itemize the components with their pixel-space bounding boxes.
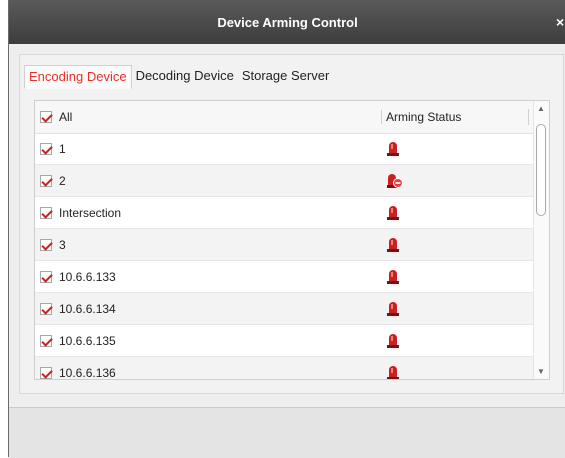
- scroll-down-arrow-icon[interactable]: ▼: [537, 367, 545, 376]
- table-row[interactable]: 10.6.6.135: [35, 325, 535, 357]
- column-divider: [528, 109, 529, 125]
- vertical-scrollbar[interactable]: ▲ ▼: [533, 101, 549, 379]
- row-checkbox[interactable]: [40, 335, 52, 347]
- alarm-icon[interactable]: [385, 300, 401, 316]
- device-name: 1: [59, 142, 66, 156]
- table-row[interactable]: 10.6.6.133: [35, 261, 535, 293]
- alarm-icon[interactable]: [385, 364, 401, 380]
- device-list: All Arming Status 1 2 Intersection 3 10.…: [34, 100, 550, 380]
- window-title: Device Arming Control: [217, 14, 358, 30]
- device-name: 10.6.6.134: [59, 302, 116, 316]
- table-row[interactable]: 2: [35, 165, 535, 197]
- row-checkbox[interactable]: [40, 303, 52, 315]
- tab-bar: Encoding Device Decoding Device Storage …: [24, 65, 333, 89]
- tab-decoding-device[interactable]: Decoding Device: [132, 65, 238, 89]
- row-checkbox[interactable]: [40, 239, 52, 251]
- device-name: 10.6.6.136: [59, 366, 116, 380]
- scroll-up-arrow-icon[interactable]: ▲: [537, 104, 545, 113]
- tab-storage-server[interactable]: Storage Server: [238, 65, 333, 89]
- title-bar: Device Arming Control ×: [9, 0, 565, 44]
- row-checkbox[interactable]: [40, 271, 52, 283]
- dialog-footer: [9, 407, 565, 458]
- select-all-checkbox[interactable]: [40, 111, 52, 123]
- table-row[interactable]: 10.6.6.136: [35, 357, 535, 380]
- select-all-label: All: [59, 110, 73, 124]
- arming-status-header[interactable]: Arming Status: [381, 110, 461, 124]
- row-checkbox[interactable]: [40, 367, 52, 379]
- table-row[interactable]: 10.6.6.134: [35, 293, 535, 325]
- alarm-icon[interactable]: [385, 332, 401, 348]
- device-name: 10.6.6.133: [59, 270, 116, 284]
- close-icon[interactable]: ×: [556, 14, 565, 30]
- device-name: 2: [59, 174, 66, 188]
- table-header: All Arming Status: [35, 101, 535, 134]
- device-name: Intersection: [59, 206, 122, 220]
- alarm-disarmed-icon[interactable]: [385, 172, 403, 188]
- table-row[interactable]: Intersection: [35, 197, 535, 229]
- device-name: 3: [59, 238, 66, 252]
- row-checkbox[interactable]: [40, 207, 52, 219]
- alarm-icon[interactable]: [385, 204, 401, 220]
- device-arming-dialog: Device Arming Control × Encoding Device …: [8, 0, 565, 458]
- content-panel: Encoding Device Decoding Device Storage …: [19, 54, 564, 394]
- table-row[interactable]: 3: [35, 229, 535, 261]
- tab-encoding-device[interactable]: Encoding Device: [24, 65, 132, 89]
- alarm-icon[interactable]: [385, 268, 401, 284]
- device-name: 10.6.6.135: [59, 334, 116, 348]
- row-checkbox[interactable]: [40, 143, 52, 155]
- table-row[interactable]: 1: [35, 133, 535, 165]
- row-checkbox[interactable]: [40, 175, 52, 187]
- alarm-icon[interactable]: [385, 236, 401, 252]
- alarm-icon[interactable]: [385, 140, 401, 156]
- scrollbar-thumb[interactable]: [536, 124, 546, 216]
